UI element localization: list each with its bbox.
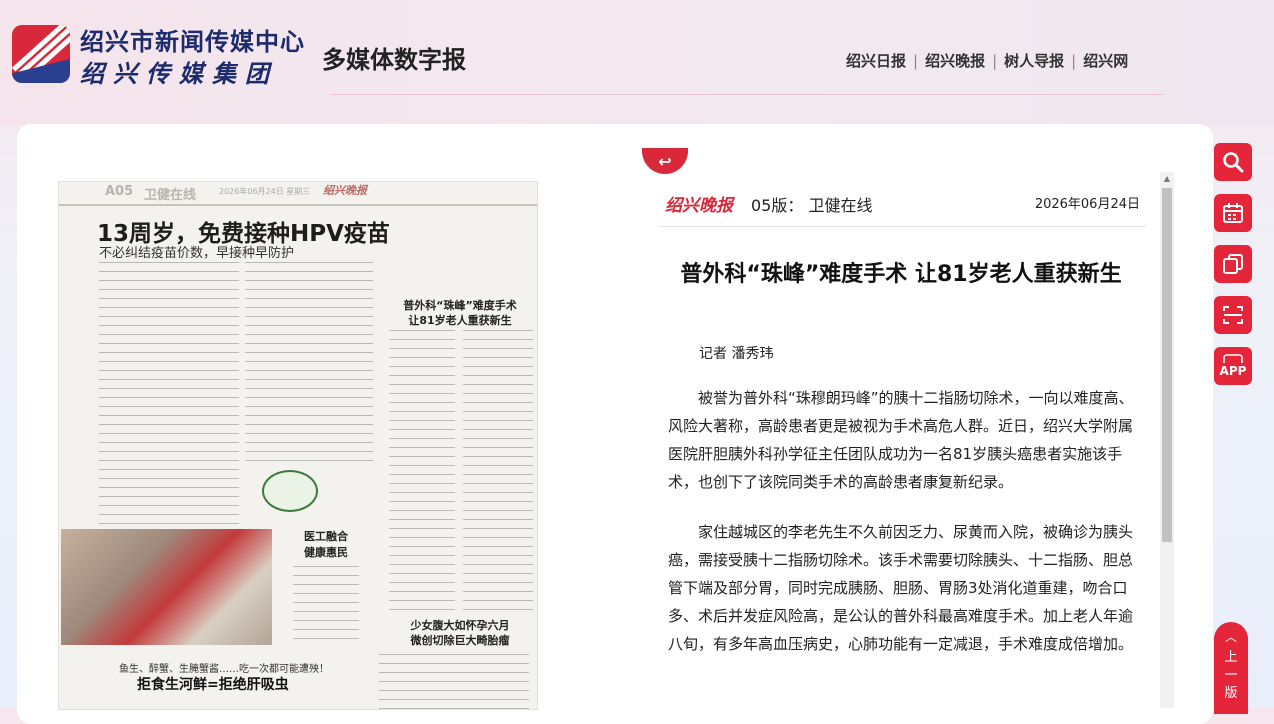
newspaper-page-image[interactable]: A05 卫健在线 2026年06月24日 星期三 绍兴晚报 13周岁，免费接种H… (58, 181, 538, 710)
calendar-icon (1223, 203, 1243, 223)
nav-link-shuren-daobao[interactable]: 树人导报 (1004, 50, 1064, 71)
article-title: 普外科“珠峰”难度手术 让81岁老人重获新生 (680, 262, 1122, 287)
paper-photo[interactable] (61, 529, 272, 645)
paper-text-column[interactable] (245, 262, 373, 462)
site-title: 多媒体数字报 (322, 45, 466, 74)
paper-page-number: A05 (105, 184, 134, 199)
paper-bottom-title[interactable]: 拒食生河鲜=拒绝肝吸虫 (137, 674, 289, 694)
paper-text-column[interactable] (379, 654, 529, 709)
article-paragraph: 家住越城区的李老先生不久前因乏力、尿黄而入院，被确诊为胰头癌，需接受胰十二指肠切… (668, 523, 1134, 653)
paper-article2-title[interactable]: 医工融合 健康惠民 (291, 529, 361, 561)
scan-button[interactable] (1214, 296, 1252, 334)
nav-link-shaoxing-daily[interactable]: 绍兴日报 (846, 50, 906, 71)
paper-text-column[interactable] (99, 262, 239, 524)
paper-section: 卫健在线 (144, 188, 197, 203)
site-header: 绍兴市新闻传媒中心 绍兴传媒集团 多媒体数字报 绍兴日报 | 绍兴晚报 | 树人… (0, 0, 1274, 125)
scan-icon (1223, 306, 1243, 324)
return-arrow-icon: ↩ (658, 151, 672, 171)
calendar-button[interactable] (1214, 194, 1252, 232)
app-icon (1223, 354, 1243, 363)
scrollbar-thumb[interactable] (1162, 188, 1172, 542)
paper-article3-title[interactable]: 少女腹大如怀孕六月 微创切除巨大畸胎瘤 (387, 618, 533, 648)
org-name: 绍兴市新闻传媒中心 (80, 27, 305, 56)
app-download-button[interactable]: APP (1214, 347, 1252, 385)
paper-text-column[interactable] (293, 566, 359, 646)
top-nav: 绍兴日报 | 绍兴晚报 | 树人导报 | 绍兴网 (846, 50, 1128, 71)
article-paragraph: 被誉为普外科“珠穆朗玛峰”的胰十二指肠切除术，一向以难度高、风险大著称，高龄患者… (668, 389, 1134, 491)
paper-bottom-subtitle: 鱼生、醉蟹、生腌蟹酱……吃一次都可能遭殃！ (119, 664, 329, 675)
paper-page-header: A05 卫健在线 2026年06月24日 星期三 绍兴晚报 (59, 182, 537, 206)
paper-text-column[interactable] (389, 330, 455, 610)
group-name: 绍兴传媒集团 (80, 59, 278, 88)
logo-icon[interactable] (12, 25, 70, 83)
article-author: 记者 潘秀玮 (699, 346, 774, 362)
article-body: 被誉为普外科“珠穆朗玛峰”的胰十二指肠切除术，一向以难度高、风险大著称，高龄患者… (668, 384, 1136, 680)
previous-page-label: 上一版 (1224, 650, 1238, 701)
search-button[interactable] (1214, 143, 1252, 181)
search-icon (1223, 152, 1244, 173)
paper-logo: 绍兴晚报 (323, 184, 367, 197)
paper-badge-emblem (262, 470, 318, 512)
header-divider (330, 94, 1164, 95)
article-header: 绍兴晚报 05版： 卫健在线 2026年06月24日 (658, 188, 1146, 227)
copy-button[interactable] (1214, 245, 1252, 283)
app-label: APP (1219, 364, 1247, 378)
nav-separator: | (1071, 51, 1077, 70)
nav-link-shaoxing-net[interactable]: 绍兴网 (1083, 50, 1128, 71)
paper-article-title[interactable]: 普外科“珠峰”难度手术 让81岁老人重获新生 (389, 298, 531, 328)
previous-page-button[interactable]: ︿ 上一版 (1214, 622, 1248, 714)
nav-separator: | (913, 51, 919, 70)
paper-text-column[interactable] (463, 330, 533, 610)
nav-link-shaoxing-evening[interactable]: 绍兴晚报 (925, 50, 985, 71)
article-scrollbar[interactable]: ▲ (1160, 172, 1174, 708)
nav-separator: | (992, 51, 998, 70)
scroll-up-arrow-icon[interactable]: ▲ (1160, 172, 1174, 186)
chevron-up-icon: ︿ (1224, 630, 1237, 644)
paper-date: 2026年06月24日 星期三 (219, 187, 311, 196)
article-edition: 05版： 卫健在线 (751, 196, 873, 215)
paper-subheadline: 不必纠结疫苗价数，早接种早防护 (99, 246, 295, 261)
article-date: 2026年06月24日 (1034, 197, 1140, 212)
article-paper-logo: 绍兴晚报 (665, 196, 733, 216)
copy-icon (1223, 254, 1243, 274)
